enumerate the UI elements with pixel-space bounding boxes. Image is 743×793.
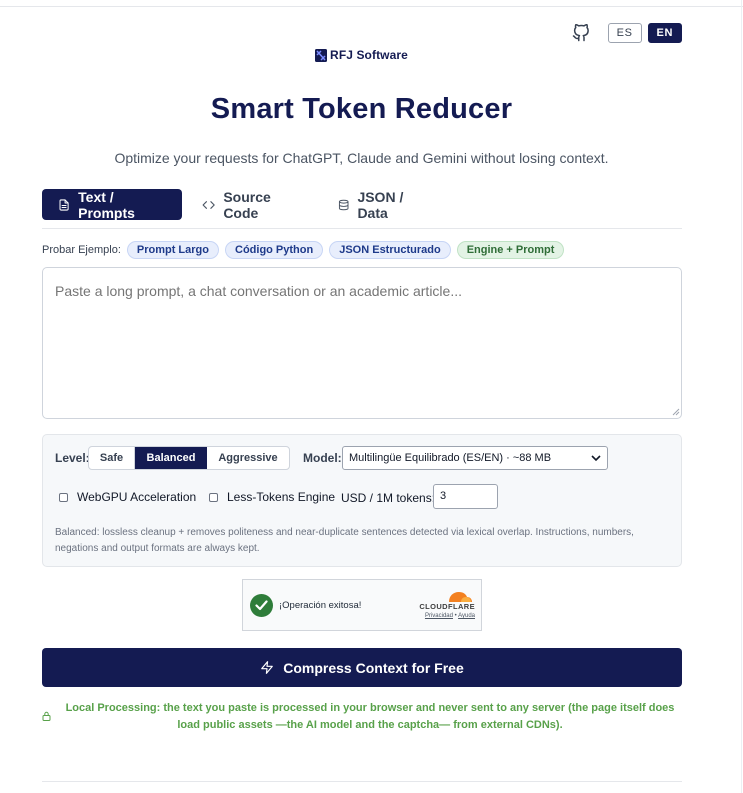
example-chip-json-estructurado[interactable]: JSON Estructurado [329,241,451,259]
level-label: Level: [55,451,90,465]
file-text-icon [59,198,69,211]
captcha-status: ¡Operación exitosa! [279,600,362,611]
less-tokens-label: Less-Tokens Engine [227,490,336,504]
top-controls: ES EN [571,23,682,43]
example-chip-codigo-python[interactable]: Código Python [225,241,324,259]
captcha-privacy-link[interactable]: Privacidad [425,613,453,619]
example-chips: Probar Ejemplo: Prompt Largo Código Pyth… [42,241,570,259]
usd-label: USD / 1M tokens: [341,491,436,505]
prompt-input[interactable] [42,267,682,419]
level-description: Balanced: lossless cleanup + removes pol… [55,527,634,554]
tab-json-data[interactable]: JSON / Data [322,188,442,221]
top-divider [0,6,743,7]
lock-icon [42,711,51,721]
mode-tabs: Text / Prompts Source Code JSON / Data [42,189,682,229]
model-select-value: Multilingüe Equilibrado (ES/EN) · ~88 MB [349,452,552,464]
code-icon [202,200,215,209]
less-tokens-checkbox[interactable] [209,492,218,502]
tab-source-code[interactable]: Source Code [190,188,314,221]
footer-divider [42,781,682,782]
example-chip-prompt-largo[interactable]: Prompt Largo [126,241,219,259]
brand: RFJ Software [0,48,723,62]
tab-text-prompts[interactable]: Text / Prompts [42,188,182,221]
webgpu-option[interactable]: WebGPU Acceleration [59,490,196,504]
examples-label: Probar Ejemplo: [42,244,121,256]
usd-per-million-input[interactable]: 3 [433,484,498,509]
settings-panel: Level: Safe Balanced Aggressive Model: M… [42,434,682,567]
check-circle-icon [250,594,273,617]
cloudflare-wordmark: CLOUDFLARE [419,602,475,611]
webgpu-checkbox[interactable] [59,492,68,502]
chevron-down-icon [591,455,601,462]
rfj-logo-icon [315,48,328,62]
webgpu-label: WebGPU Acceleration [77,490,197,504]
resize-grip-icon[interactable] [672,408,680,416]
captcha-links: Privacidad • Ayuda [425,613,475,619]
tab-label: Text / Prompts [78,188,135,221]
level-selector: Safe Balanced Aggressive [88,446,290,470]
less-tokens-option[interactable]: Less-Tokens Engine [209,490,335,504]
captcha-link-separator: • [454,613,457,619]
captcha-help-link[interactable]: Ayuda [458,613,475,619]
model-select[interactable]: Multilingüe Equilibrado (ES/EN) · ~88 MB [342,446,608,470]
lang-en-button[interactable]: EN [647,23,682,43]
database-icon [338,199,349,210]
lightning-icon [261,661,274,674]
level-aggressive-button[interactable]: Aggressive [207,447,289,469]
github-icon[interactable] [571,23,591,43]
tab-label: JSON / Data [357,188,404,221]
lang-es-button[interactable]: ES [607,23,642,43]
compress-button-label: Compress Context for Free [283,659,464,676]
model-label: Model: [303,451,342,465]
window-edge [741,0,742,793]
example-chip-engine-prompt[interactable]: Engine + Prompt [456,241,565,259]
brand-name: RFJ Software [330,48,408,62]
page-title: Smart Token Reducer [210,93,513,125]
compress-button[interactable]: Compress Context for Free [42,648,682,687]
tab-label: Source Code [223,188,271,221]
privacy-note: Local Processing: the text you paste is … [65,702,675,731]
level-balanced-button[interactable]: Balanced [135,447,207,469]
captcha-widget: ¡Operación exitosa! CLOUDFLARE Privacida… [242,579,482,631]
level-safe-button[interactable]: Safe [89,447,135,469]
page-subtitle: Optimize your requests for ChatGPT, Clau… [114,150,609,166]
